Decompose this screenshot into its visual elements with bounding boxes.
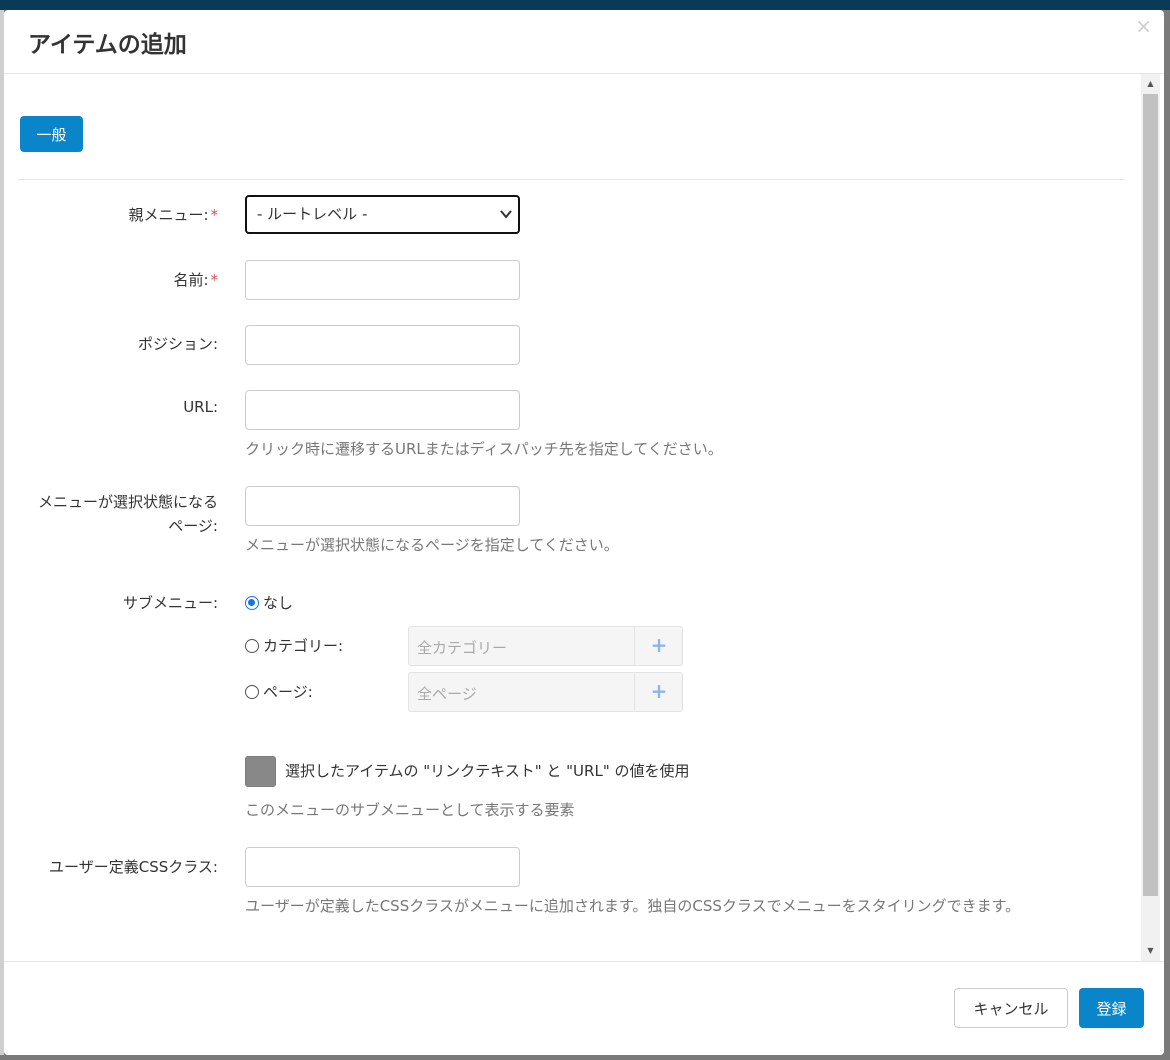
parent-menu-label: 親メニュー: * xyxy=(128,204,218,225)
url-help-text: クリック時に遷移するURLまたはディスパッチ先を指定してください。 xyxy=(245,440,723,458)
add-item-dialog: アイテムの追加 × 一般 親メニュー: * - ルートレベル - 名前: * ポジシ… xyxy=(4,10,1164,1055)
dialog-body: 一般 親メニュー: * - ルートレベル - 名前: * ポジション: URL: ク… xyxy=(4,74,1142,960)
category-picker-placeholder: 全カテゴリー xyxy=(417,639,508,657)
submenu-label: サブメニュー: xyxy=(122,594,218,612)
position-input[interactable] xyxy=(245,325,520,365)
close-icon[interactable]: × xyxy=(1135,16,1152,36)
selected-page-input[interactable] xyxy=(245,486,520,526)
parent-menu-selected-value: - ルートレベル - xyxy=(257,205,368,223)
css-class-input[interactable] xyxy=(245,847,520,887)
tab-general[interactable]: 一般 xyxy=(20,116,83,152)
scroll-up-icon[interactable]: ▲ xyxy=(1141,76,1160,92)
name-label: 名前: * xyxy=(173,269,218,290)
parent-menu-label-text: 親メニュー: xyxy=(128,206,209,224)
use-values-toggle[interactable] xyxy=(245,756,276,787)
selected-page-label: メニューが選択状態になる ページ: xyxy=(8,490,218,538)
use-values-label: 選択したアイテムの "リンクテキスト" と "URL" の値を使用 xyxy=(285,762,690,780)
parent-menu-select[interactable]: - ルートレベル - xyxy=(245,195,520,234)
category-picker[interactable]: 全カテゴリー + xyxy=(408,626,683,666)
page-picker-placeholder: 全ページ xyxy=(417,685,477,703)
url-label: URL: xyxy=(183,398,218,416)
chevron-down-icon xyxy=(500,197,512,246)
cancel-button[interactable]: キャンセル xyxy=(954,988,1068,1028)
page-picker[interactable]: 全ページ + xyxy=(408,672,683,712)
submenu-option-category[interactable]: カテゴリー: xyxy=(245,635,343,656)
submit-button[interactable]: 登録 xyxy=(1079,988,1144,1028)
name-input[interactable] xyxy=(245,260,520,300)
position-label: ポジション: xyxy=(137,335,218,353)
url-input[interactable] xyxy=(245,390,520,430)
add-page-icon[interactable]: + xyxy=(635,673,683,711)
required-mark: * xyxy=(210,206,219,224)
radio-page[interactable] xyxy=(245,684,259,699)
dialog-header: アイテムの追加 × xyxy=(4,10,1164,74)
background-page-header xyxy=(0,0,1170,10)
scroll-down-icon[interactable]: ▼ xyxy=(1141,943,1160,959)
dialog-title: アイテムの追加 xyxy=(28,32,187,58)
scrollbar-thumb[interactable] xyxy=(1143,94,1158,896)
add-category-icon[interactable]: + xyxy=(635,627,683,665)
radio-category-label: カテゴリー: xyxy=(263,637,344,655)
selected-page-help-text: メニューが選択状態になるページを指定してください。 xyxy=(245,536,619,554)
css-class-label: ユーザー定義CSSクラス: xyxy=(49,858,218,876)
dialog-footer: キャンセル 登録 xyxy=(4,961,1164,1055)
radio-page-label: ページ: xyxy=(263,683,313,701)
submenu-option-page[interactable]: ページ: xyxy=(245,681,313,702)
radio-none[interactable] xyxy=(245,595,259,610)
name-label-text: 名前: xyxy=(173,271,209,289)
submenu-option-none[interactable]: なし xyxy=(245,592,293,613)
radio-category[interactable] xyxy=(245,638,259,653)
css-class-help-text: ユーザーが定義したCSSクラスがメニューに追加されます。独自のCSSクラスでメニ… xyxy=(245,897,1021,915)
radio-none-label: なし xyxy=(263,594,294,612)
dialog-scrollbar[interactable]: ▲ ▼ xyxy=(1141,74,1160,961)
tab-divider xyxy=(18,179,1125,180)
required-mark: * xyxy=(210,271,219,289)
selected-page-label-line1: メニューが選択状態になる xyxy=(37,493,218,511)
submenu-help-text: このメニューのサブメニューとして表示する要素 xyxy=(245,801,575,819)
selected-page-label-line2: ページ: xyxy=(168,517,218,535)
